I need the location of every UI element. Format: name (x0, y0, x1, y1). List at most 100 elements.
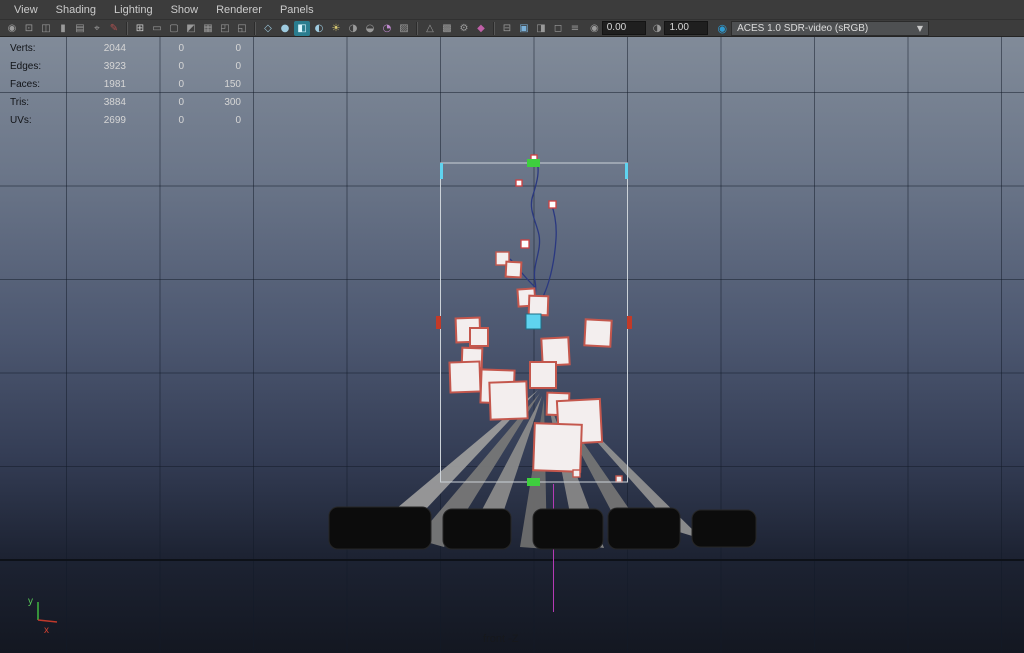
hud-stat-total: 3923 (103, 60, 126, 72)
menu-item-panels[interactable]: Panels (272, 2, 322, 18)
hud-stat-total: 1981 (103, 78, 126, 90)
lights-icon[interactable]: ☀ (328, 21, 344, 36)
resolution-gate-icon[interactable]: ▢ (166, 21, 182, 36)
gamma-field[interactable]: 1.00 (664, 21, 709, 35)
center-handle-cyan[interactable] (525, 313, 542, 330)
layers-display-icon[interactable]: ▣ (516, 21, 532, 36)
plugin-shading-icon[interactable]: ◆ (473, 21, 489, 36)
hud-stat-total: 2699 (103, 114, 126, 126)
curve-cv-point (520, 239, 530, 249)
sprite-plane (529, 361, 557, 389)
viewport[interactable]: yx Verts: 2044 0 0 Edges: 3923 0 0 Faces: 1981 0 15… (0, 37, 1024, 653)
toolbar-icons: ◉ ⊡ ◫ ▮ ▤ ⌖ ✎ ⊞ ▭ ▢ ◩ ▦ ◰ ◱ ◇ ● ◧ ◐ ☀ ◑ ◒ ◔ ▨ △ ▩ ⚙ ◆ ⊟ ▣ ◨ ◻ ≡ (4, 20, 583, 36)
menu-item-view[interactable]: View (6, 2, 46, 18)
hud-stat-label: Tris: (10, 96, 30, 108)
log-mesh (691, 509, 757, 548)
log-mesh (607, 507, 681, 550)
hud-stat-col3: 0 (235, 42, 241, 54)
bookmark-icon[interactable]: ▮ (55, 21, 71, 36)
scale-handle-green[interactable] (527, 159, 540, 167)
side-handle-red[interactable] (627, 316, 632, 329)
grid-toggle-icon[interactable]: ⊞ (132, 21, 148, 36)
hud-stat-total: 3884 (103, 96, 126, 108)
sprite-plane (555, 397, 604, 446)
shaded-icon[interactable]: ● (277, 21, 293, 36)
sprite-plane (469, 327, 489, 347)
sprite-plane (516, 287, 537, 308)
toolbar-separator (416, 21, 418, 35)
materials-icon[interactable]: ◐ (311, 21, 327, 36)
axis-x-label: x (44, 625, 49, 636)
pan-zoom-icon[interactable]: ⌖ (89, 21, 105, 36)
color-management-dropdown[interactable]: ACES 1.0 SDR-video (sRGB) ▼ (731, 20, 930, 36)
gamma-icon[interactable]: ◑ (653, 23, 662, 34)
lock-camera-icon[interactable]: ⊡ (21, 21, 37, 36)
occlusion-icon[interactable]: ◒ (362, 21, 378, 36)
hud-stat-col2: 0 (178, 60, 184, 72)
curve-cv-point (530, 154, 538, 162)
chevron-down-icon: ▼ (916, 23, 924, 33)
exposure-field[interactable]: 0.00 (601, 21, 646, 35)
smoke-cone-mesh (551, 390, 702, 539)
overlay-icon[interactable]: ◨ (533, 21, 549, 36)
hud-stat-label: UVs: (10, 114, 32, 126)
separate-view-icon[interactable]: ⊟ (499, 21, 515, 36)
menu-item-renderer[interactable]: Renderer (208, 2, 270, 18)
scale-handle-green[interactable] (527, 478, 540, 486)
sprite-plane (479, 368, 516, 405)
shadows-icon[interactable]: ◑ (345, 21, 361, 36)
gamma-control: ◑ 1.00 (653, 21, 709, 35)
hud-row: Tris: 3884 0 300 (10, 93, 241, 111)
smoke-guide-curve (530, 157, 541, 328)
hud-stat-col2: 0 (178, 96, 184, 108)
hud-stat-col3: 0 (235, 114, 241, 126)
hud-stat-col2: 0 (178, 114, 184, 126)
exposure-icon[interactable]: ◉ (590, 23, 599, 34)
toolbar-separator (254, 21, 256, 35)
log-mesh (532, 508, 604, 550)
maya-viewport-panel: View Shading Lighting Show Renderer Panels ◉ ⊡… (0, 0, 1024, 653)
camera-label: front -Z (483, 633, 519, 645)
side-handle-red[interactable] (436, 316, 441, 329)
grease-pencil-icon[interactable]: ✎ (106, 21, 122, 36)
hud-stat-col3: 150 (224, 78, 241, 90)
menu-item-lighting[interactable]: Lighting (106, 2, 161, 18)
smoke-cone-mesh (547, 396, 604, 548)
hud-toggle-icon[interactable]: ≡ (567, 21, 583, 36)
antialias-icon[interactable]: ▨ (396, 21, 412, 36)
smoke-guide-curve (533, 202, 557, 310)
color-management-icon[interactable]: ◉ (717, 22, 727, 35)
isolate-select-icon[interactable]: △ (422, 21, 438, 36)
menu-item-show[interactable]: Show (163, 2, 207, 18)
panel-toolbar: ◉ ⊡ ◫ ▮ ▤ ⌖ ✎ ⊞ ▭ ▢ ◩ ▦ ◰ ◱ ◇ ● ◧ ◐ ☀ ◑ ◒ ◔ ▨ △ ▩ ⚙ ◆ ⊟ ▣ ◨ ◻ ≡ ◉ 0.00 … (0, 20, 1024, 37)
xray-icon[interactable]: ▩ (439, 21, 455, 36)
motion-blur-icon[interactable]: ◔ (379, 21, 395, 36)
corner-handle-cyan[interactable] (440, 163, 443, 179)
field-chart-icon[interactable]: ▦ (200, 21, 216, 36)
hud-stat-col2: 0 (178, 78, 184, 90)
sprite-plane (504, 260, 523, 279)
smoke-cone-mesh (549, 393, 654, 545)
smoke-cone-mesh (416, 393, 540, 547)
textured-icon[interactable]: ◧ (294, 20, 310, 36)
xray-joints-icon[interactable]: ⚙ (456, 21, 472, 36)
film-gate-icon[interactable]: ▭ (149, 21, 165, 36)
axis-x-line (37, 619, 58, 623)
sprite-plane (532, 422, 583, 473)
snapshot-icon[interactable]: ◻ (550, 21, 566, 36)
select-camera-icon[interactable]: ◉ (4, 21, 20, 36)
hud-stat-total: 2044 (103, 42, 126, 54)
gate-mask-icon[interactable]: ◩ (183, 21, 199, 36)
sprite-plane (572, 469, 581, 478)
curve-cv-point (548, 200, 557, 209)
menu-item-shading[interactable]: Shading (48, 2, 104, 18)
corner-handle-cyan[interactable] (625, 163, 628, 179)
wireframe-icon[interactable]: ◇ (260, 21, 276, 36)
image-plane-icon[interactable]: ▤ (72, 21, 88, 36)
poly-count-hud: Verts: 2044 0 0 Edges: 3923 0 0 Faces: 1981 0 150 Tr… (10, 39, 241, 129)
safe-title-icon[interactable]: ◱ (234, 21, 250, 36)
camera-attributes-icon[interactable]: ◫ (38, 21, 54, 36)
hud-stat-col3: 0 (235, 60, 241, 72)
safe-action-icon[interactable]: ◰ (217, 21, 233, 36)
selection-bounding-box (440, 162, 628, 483)
